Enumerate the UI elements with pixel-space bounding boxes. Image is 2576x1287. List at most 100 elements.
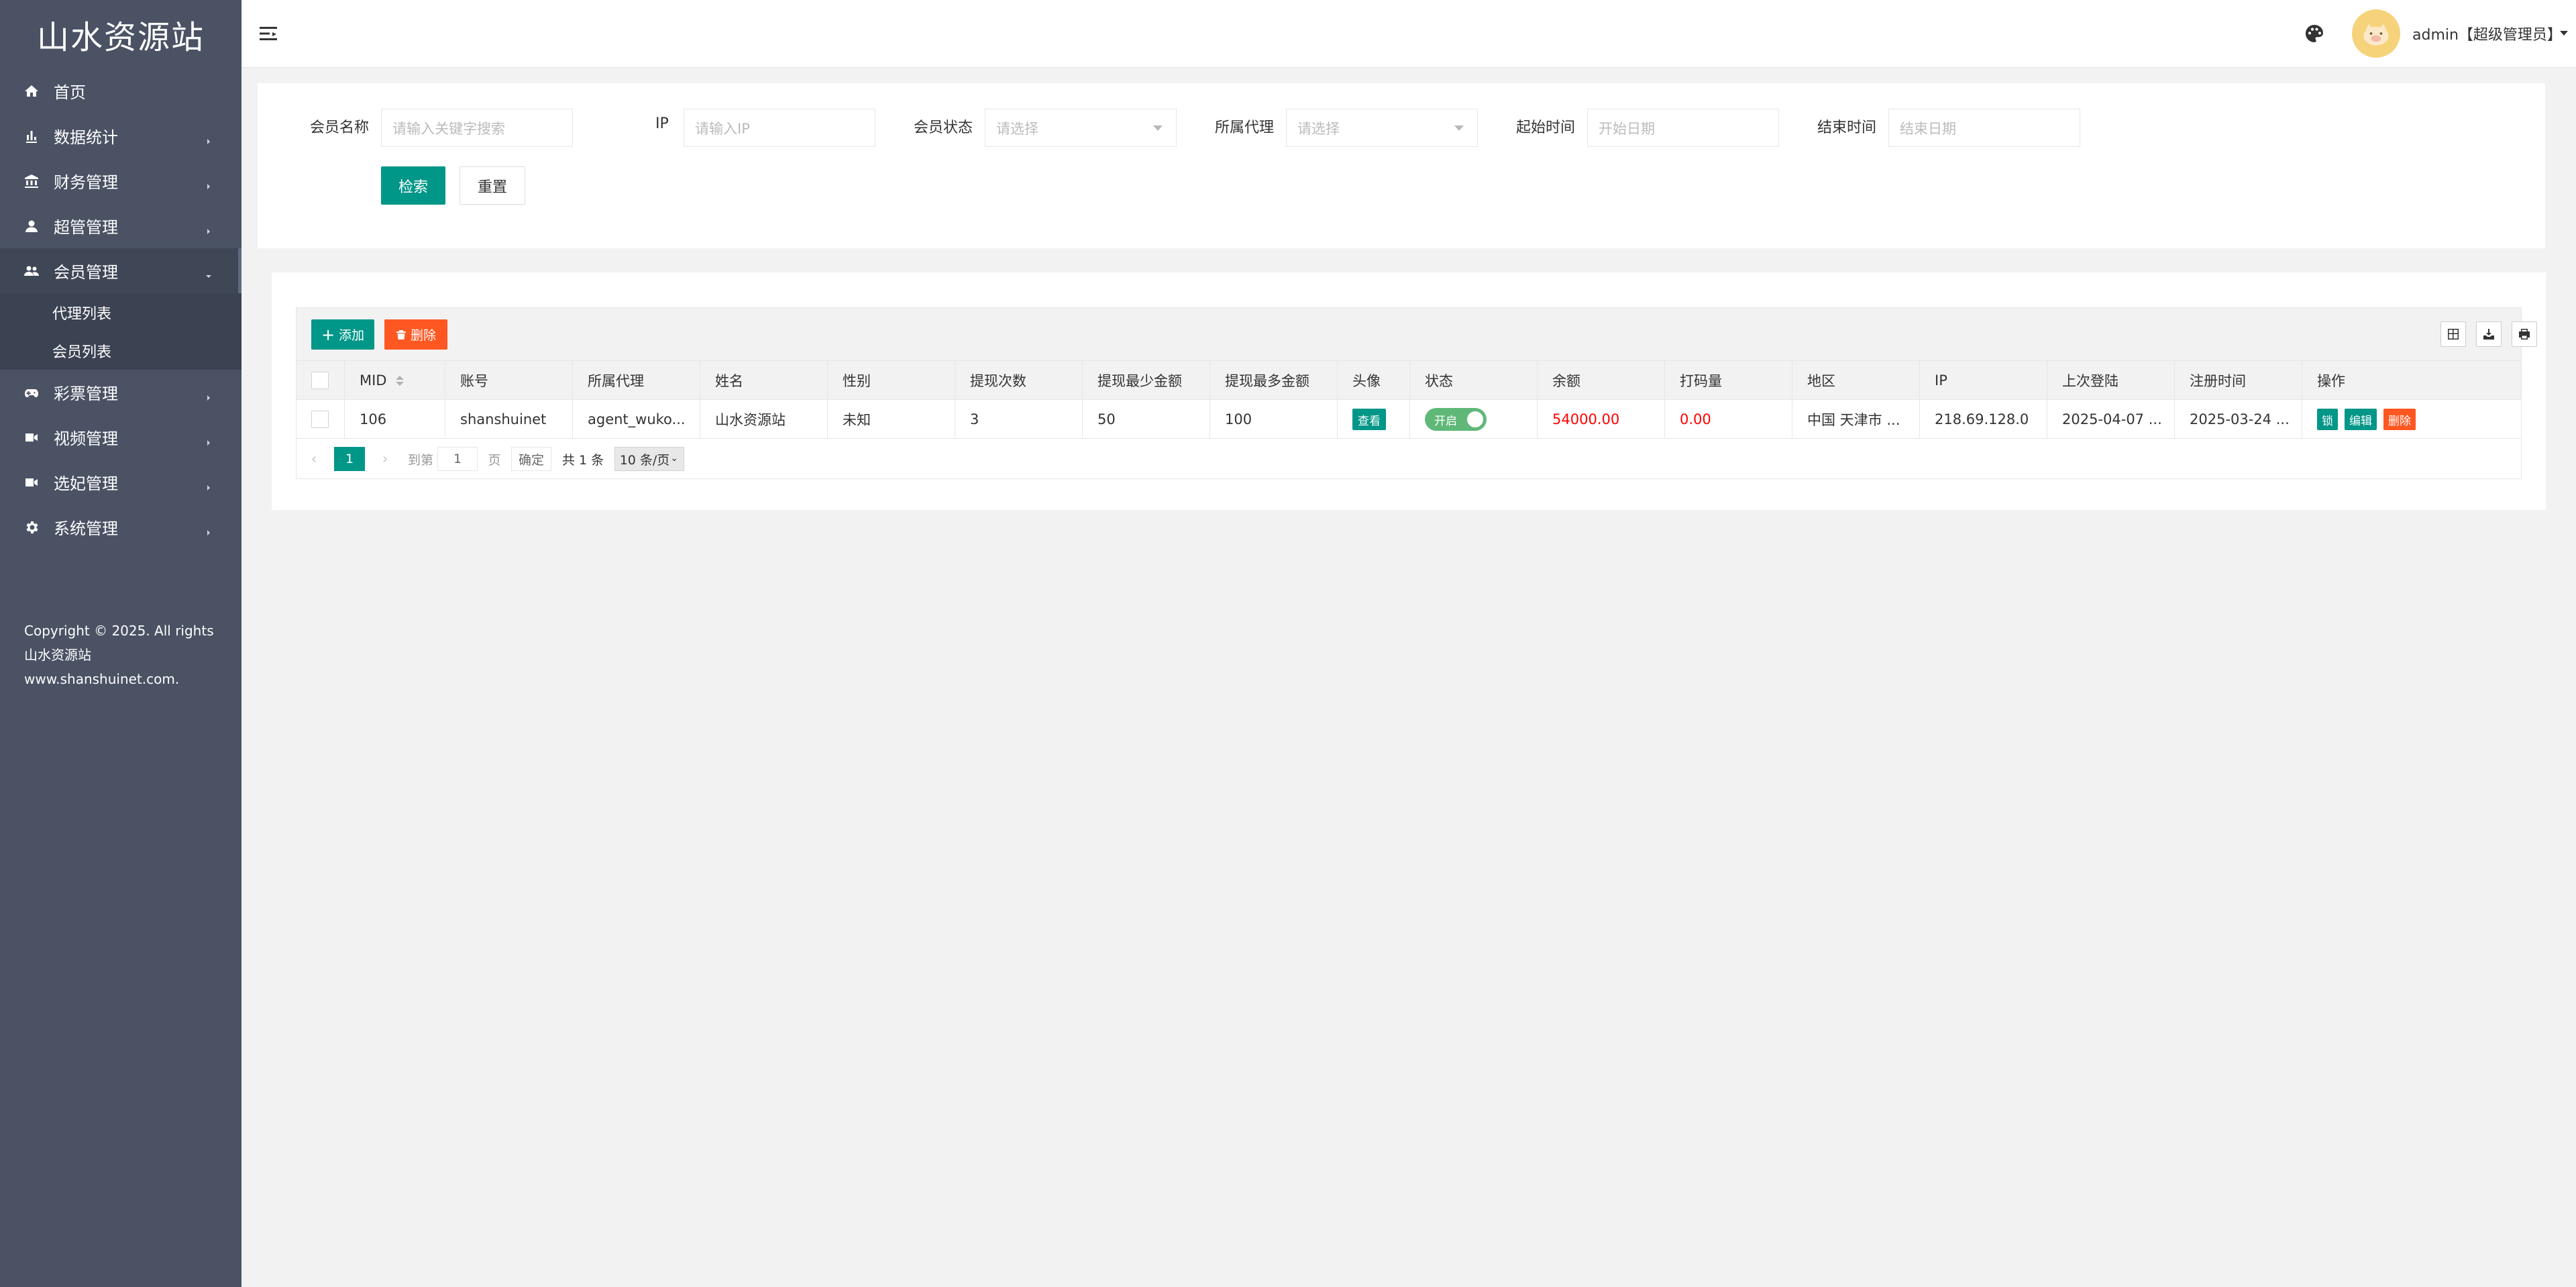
cell-mid: 106 (345, 400, 445, 439)
delete-button[interactable]: 删除 (384, 319, 447, 350)
sidebar-item-label: 财务管理 (54, 173, 118, 192)
chevron-right-icon (204, 523, 213, 535)
header-account: 账号 (445, 361, 573, 400)
page-unit-label: 页 (488, 452, 501, 468)
sidebar: 山水资源站 首页 数据统计 财务管理 超管管理 会员管理 代理列表 会员列表 彩… (0, 0, 241, 1287)
member-status-select[interactable]: 请选择 (985, 109, 1177, 147)
member-name-input[interactable]: 请输入关键字搜索 (381, 109, 573, 147)
cell-account: shanshuinet (445, 400, 573, 439)
sidebar-nav: 首页 数据统计 财务管理 超管管理 会员管理 (0, 68, 241, 293)
sidebar-item-label: 数据统计 (54, 128, 118, 147)
chevron-down-icon: ⌄ (670, 453, 678, 464)
gear-icon (21, 517, 42, 537)
cell-actions: 锁 编辑 删除 (2302, 400, 2521, 439)
caret-down-icon[interactable] (2560, 31, 2568, 36)
chevron-right-icon (204, 132, 213, 144)
sidebar-item-concubine[interactable]: 选妃管理 (0, 460, 241, 505)
sort-icon[interactable] (396, 375, 405, 386)
sidebar-item-video[interactable]: 视频管理 (0, 415, 241, 460)
print-button[interactable] (2512, 321, 2537, 347)
sidebar-item-finance[interactable]: 财务管理 (0, 158, 241, 203)
cell-withdraw-max: 100 (1210, 400, 1338, 439)
header-mid[interactable]: MID (345, 361, 445, 400)
table-header-row: MID 账号 所属代理 姓名 性别 提现次数 提现最少金额 提现最多金额 头像 … (296, 361, 2522, 400)
printer-icon (2519, 329, 2530, 340)
table-toolbar: + 添加 删除 (296, 307, 2537, 361)
prev-page-icon[interactable]: ‹ (306, 447, 322, 471)
cell-withdraw-min: 50 (1083, 400, 1210, 439)
add-button-label: 添加 (339, 328, 365, 343)
sidebar-item-system[interactable]: 系统管理 (0, 505, 241, 550)
page-current[interactable]: 1 (334, 447, 365, 471)
lock-button[interactable]: 锁 (2317, 409, 2338, 430)
chevron-right-icon (204, 221, 213, 234)
submenu-item-member-list[interactable]: 会员列表 (0, 331, 241, 370)
start-date-input[interactable]: 开始日期 (1587, 109, 1779, 147)
cell-last-login: 2025-04-07 ... (2047, 400, 2175, 439)
end-time-label: 结束时间 (1817, 119, 1877, 136)
sidebar-item-label: 彩票管理 (54, 384, 118, 403)
page-size-select[interactable]: 10 条/页 ⌄ (614, 447, 684, 471)
members-submenu: 代理列表 会员列表 (0, 293, 241, 370)
agent-placeholder: 请选择 (1297, 120, 1340, 137)
member-table: MID 账号 所属代理 姓名 性别 提现次数 提现最少金额 提现最多金额 头像 … (296, 361, 2522, 479)
menu-toggle-icon[interactable] (258, 23, 279, 44)
user-name[interactable]: admin【超级管理员】 (2412, 23, 2562, 44)
header-label: MID (360, 372, 387, 389)
page-confirm-button[interactable]: 确定 (511, 447, 551, 471)
sidebar-nav-lower: 彩票管理 视频管理 选妃管理 系统管理 (0, 370, 241, 550)
group-icon (21, 261, 42, 281)
chevron-right-icon (204, 176, 213, 189)
chevron-down-icon (204, 266, 213, 278)
chevron-right-icon (204, 388, 213, 401)
edit-button[interactable]: 编辑 (2345, 409, 2377, 430)
sidebar-item-home[interactable]: 首页 (0, 68, 241, 113)
member-table-card: + 添加 删除 MID 账号 所属代理 姓名 性别 提现次数 提现最少金额 提现… (272, 272, 2546, 510)
sidebar-item-members[interactable]: 会员管理 (0, 248, 241, 293)
sidebar-item-label: 选妃管理 (54, 474, 118, 493)
cell-avatar: 查看 (1338, 400, 1410, 439)
bar-chart-icon (21, 126, 42, 146)
user-avatar[interactable] (2352, 9, 2400, 58)
palette-icon[interactable] (2304, 23, 2325, 44)
bank-icon (21, 171, 42, 191)
page-number-input[interactable]: 1 (437, 447, 478, 471)
columns-filter-button[interactable] (2440, 321, 2466, 347)
cell-withdraw-count: 3 (955, 400, 1083, 439)
row-delete-button[interactable]: 删除 (2383, 409, 2416, 430)
header-betting: 打码量 (1665, 361, 1792, 400)
top-header: admin【超级管理员】 (241, 0, 2576, 67)
app-logo[interactable]: 山水资源站 (0, 0, 241, 68)
select-all-checkbox[interactable] (311, 372, 329, 389)
cell-betting: 0.00 (1665, 400, 1792, 439)
view-avatar-button[interactable]: 查看 (1352, 409, 1386, 430)
export-button[interactable] (2476, 321, 2502, 347)
search-panel: 会员名称 请输入关键字搜索 IP 请输入IP 会员状态 请选择 所属代理 请选择… (258, 83, 2545, 248)
row-checkbox[interactable] (311, 411, 329, 428)
cell-balance: 54000.00 (1538, 400, 1665, 439)
add-button[interactable]: + 添加 (311, 319, 374, 350)
submenu-item-agent-list[interactable]: 代理列表 (0, 293, 241, 331)
user-icon (21, 216, 42, 236)
next-page-icon[interactable]: › (377, 447, 393, 471)
member-name-label: 会员名称 (310, 119, 370, 136)
ip-input[interactable]: 请输入IP (684, 109, 875, 147)
end-date-placeholder: 结束日期 (1900, 120, 1956, 137)
status-toggle[interactable]: 开启 (1425, 408, 1487, 431)
agent-select[interactable]: 请选择 (1286, 109, 1478, 147)
select-caret-icon (1153, 125, 1163, 131)
cell-register-time: 2025-03-24 ... (2175, 400, 2302, 439)
ip-placeholder: 请输入IP (695, 120, 750, 137)
gamepad-icon (21, 382, 42, 403)
end-date-input[interactable]: 结束日期 (1888, 109, 2080, 147)
header-withdraw-max: 提现最多金额 (1210, 361, 1338, 400)
search-button[interactable]: 检索 (381, 166, 445, 205)
member-name-placeholder: 请输入关键字搜索 (392, 120, 505, 137)
sidebar-item-data-stats[interactable]: 数据统计 (0, 113, 241, 158)
reset-button[interactable]: 重置 (460, 166, 525, 205)
delete-button-label: 删除 (410, 328, 436, 343)
sidebar-item-super-admin[interactable]: 超管管理 (0, 203, 241, 248)
header-avatar: 头像 (1338, 361, 1410, 400)
sidebar-item-lottery[interactable]: 彩票管理 (0, 370, 241, 415)
header-withdraw-min: 提现最少金额 (1083, 361, 1210, 400)
